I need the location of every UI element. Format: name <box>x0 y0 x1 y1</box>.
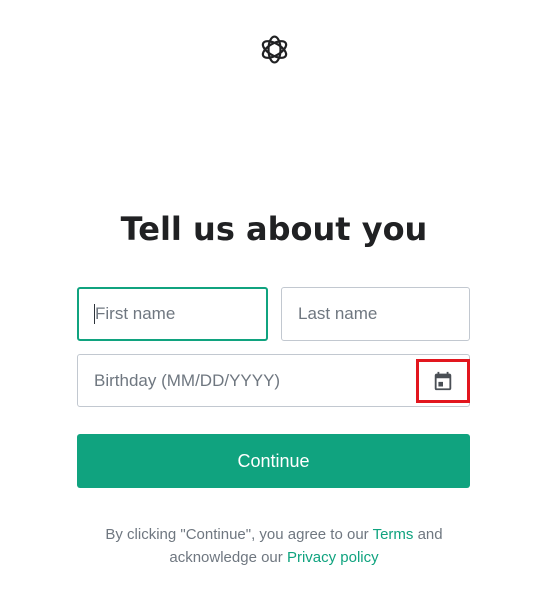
birthday-input[interactable] <box>77 354 470 407</box>
openai-logo-icon <box>261 35 288 64</box>
legal-text-1: By clicking "Continue", you agree to our <box>105 526 373 543</box>
text-cursor <box>94 304 95 324</box>
legal-notice: By clicking "Continue", you agree to our… <box>60 523 488 569</box>
calendar-icon <box>434 371 452 391</box>
calendar-button[interactable] <box>416 359 470 403</box>
continue-button[interactable]: Continue <box>77 434 470 488</box>
page-title: Tell us about you <box>120 210 428 248</box>
terms-link[interactable]: Terms <box>373 526 414 543</box>
first-name-input[interactable] <box>77 287 268 341</box>
privacy-policy-link[interactable]: Privacy policy <box>287 549 379 566</box>
last-name-input[interactable] <box>281 287 470 341</box>
